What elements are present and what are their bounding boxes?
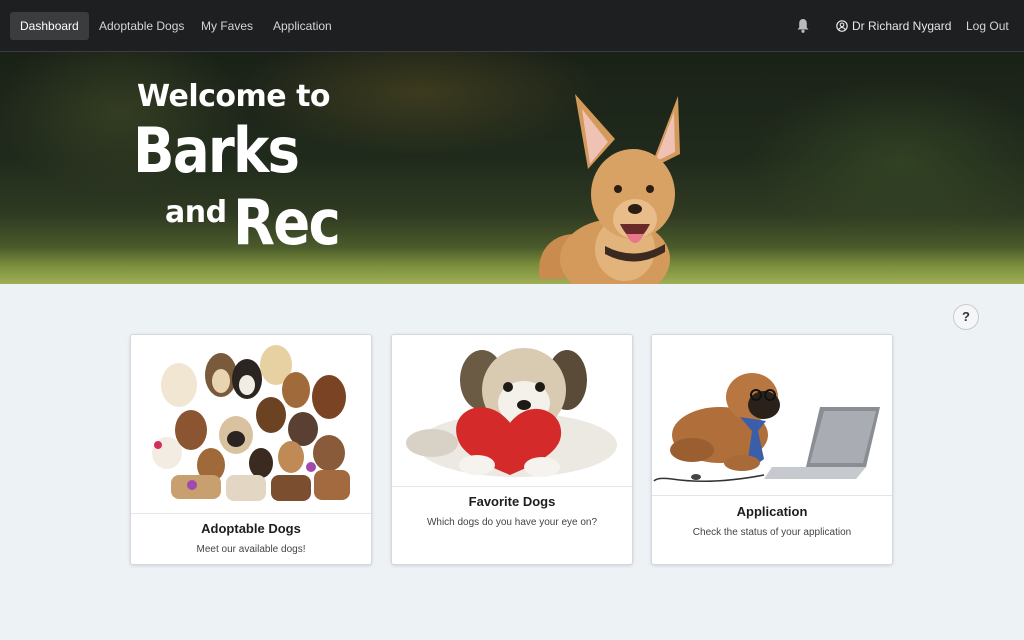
running-dog-image	[539, 94, 680, 284]
bell-icon[interactable]	[796, 18, 810, 34]
card-description: Meet our available dogs!	[196, 544, 306, 555]
logout-link[interactable]: Log Out	[966, 12, 1009, 40]
nav-application[interactable]: Application	[263, 12, 342, 40]
card-title: Application	[736, 504, 808, 519]
user-menu[interactable]: Dr Richard Nygard	[836, 12, 951, 40]
group-of-dogs-image	[131, 335, 371, 514]
card-favorite-dogs[interactable]: Favorite Dogs Which dogs do you have you…	[391, 334, 633, 565]
nav-my-faves[interactable]: My Faves	[191, 12, 263, 40]
puppy-with-heart-image	[392, 335, 632, 487]
nav-dashboard[interactable]: Dashboard	[10, 12, 89, 40]
hero-rec-text: Rec	[233, 186, 341, 259]
card-title: Adoptable Dogs	[201, 521, 301, 536]
hero-welcome-text: Welcome to	[137, 79, 331, 114]
top-navbar: Dashboard Adoptable Dogs My Faves Applic…	[0, 0, 1024, 52]
user-name: Dr Richard Nygard	[852, 19, 952, 33]
card-application[interactable]: Application Check the status of your app…	[651, 334, 893, 565]
hero-and-text: and	[165, 195, 227, 230]
hero-banner: Welcome to Barks and Rec	[0, 52, 1024, 284]
card-adoptable-dogs[interactable]: Adoptable Dogs Meet our available dogs!	[130, 334, 372, 565]
hero-barks-text: Barks	[133, 114, 300, 187]
user-circle-icon	[836, 20, 848, 32]
card-title: Favorite Dogs	[468, 494, 556, 509]
dog-with-laptop-image	[652, 335, 892, 496]
card-description: Check the status of your application	[692, 527, 852, 538]
card-description: Which dogs do you have your eye on?	[426, 517, 598, 528]
nav-adoptable-dogs[interactable]: Adoptable Dogs	[89, 12, 194, 40]
help-button[interactable]: ?	[953, 304, 979, 330]
